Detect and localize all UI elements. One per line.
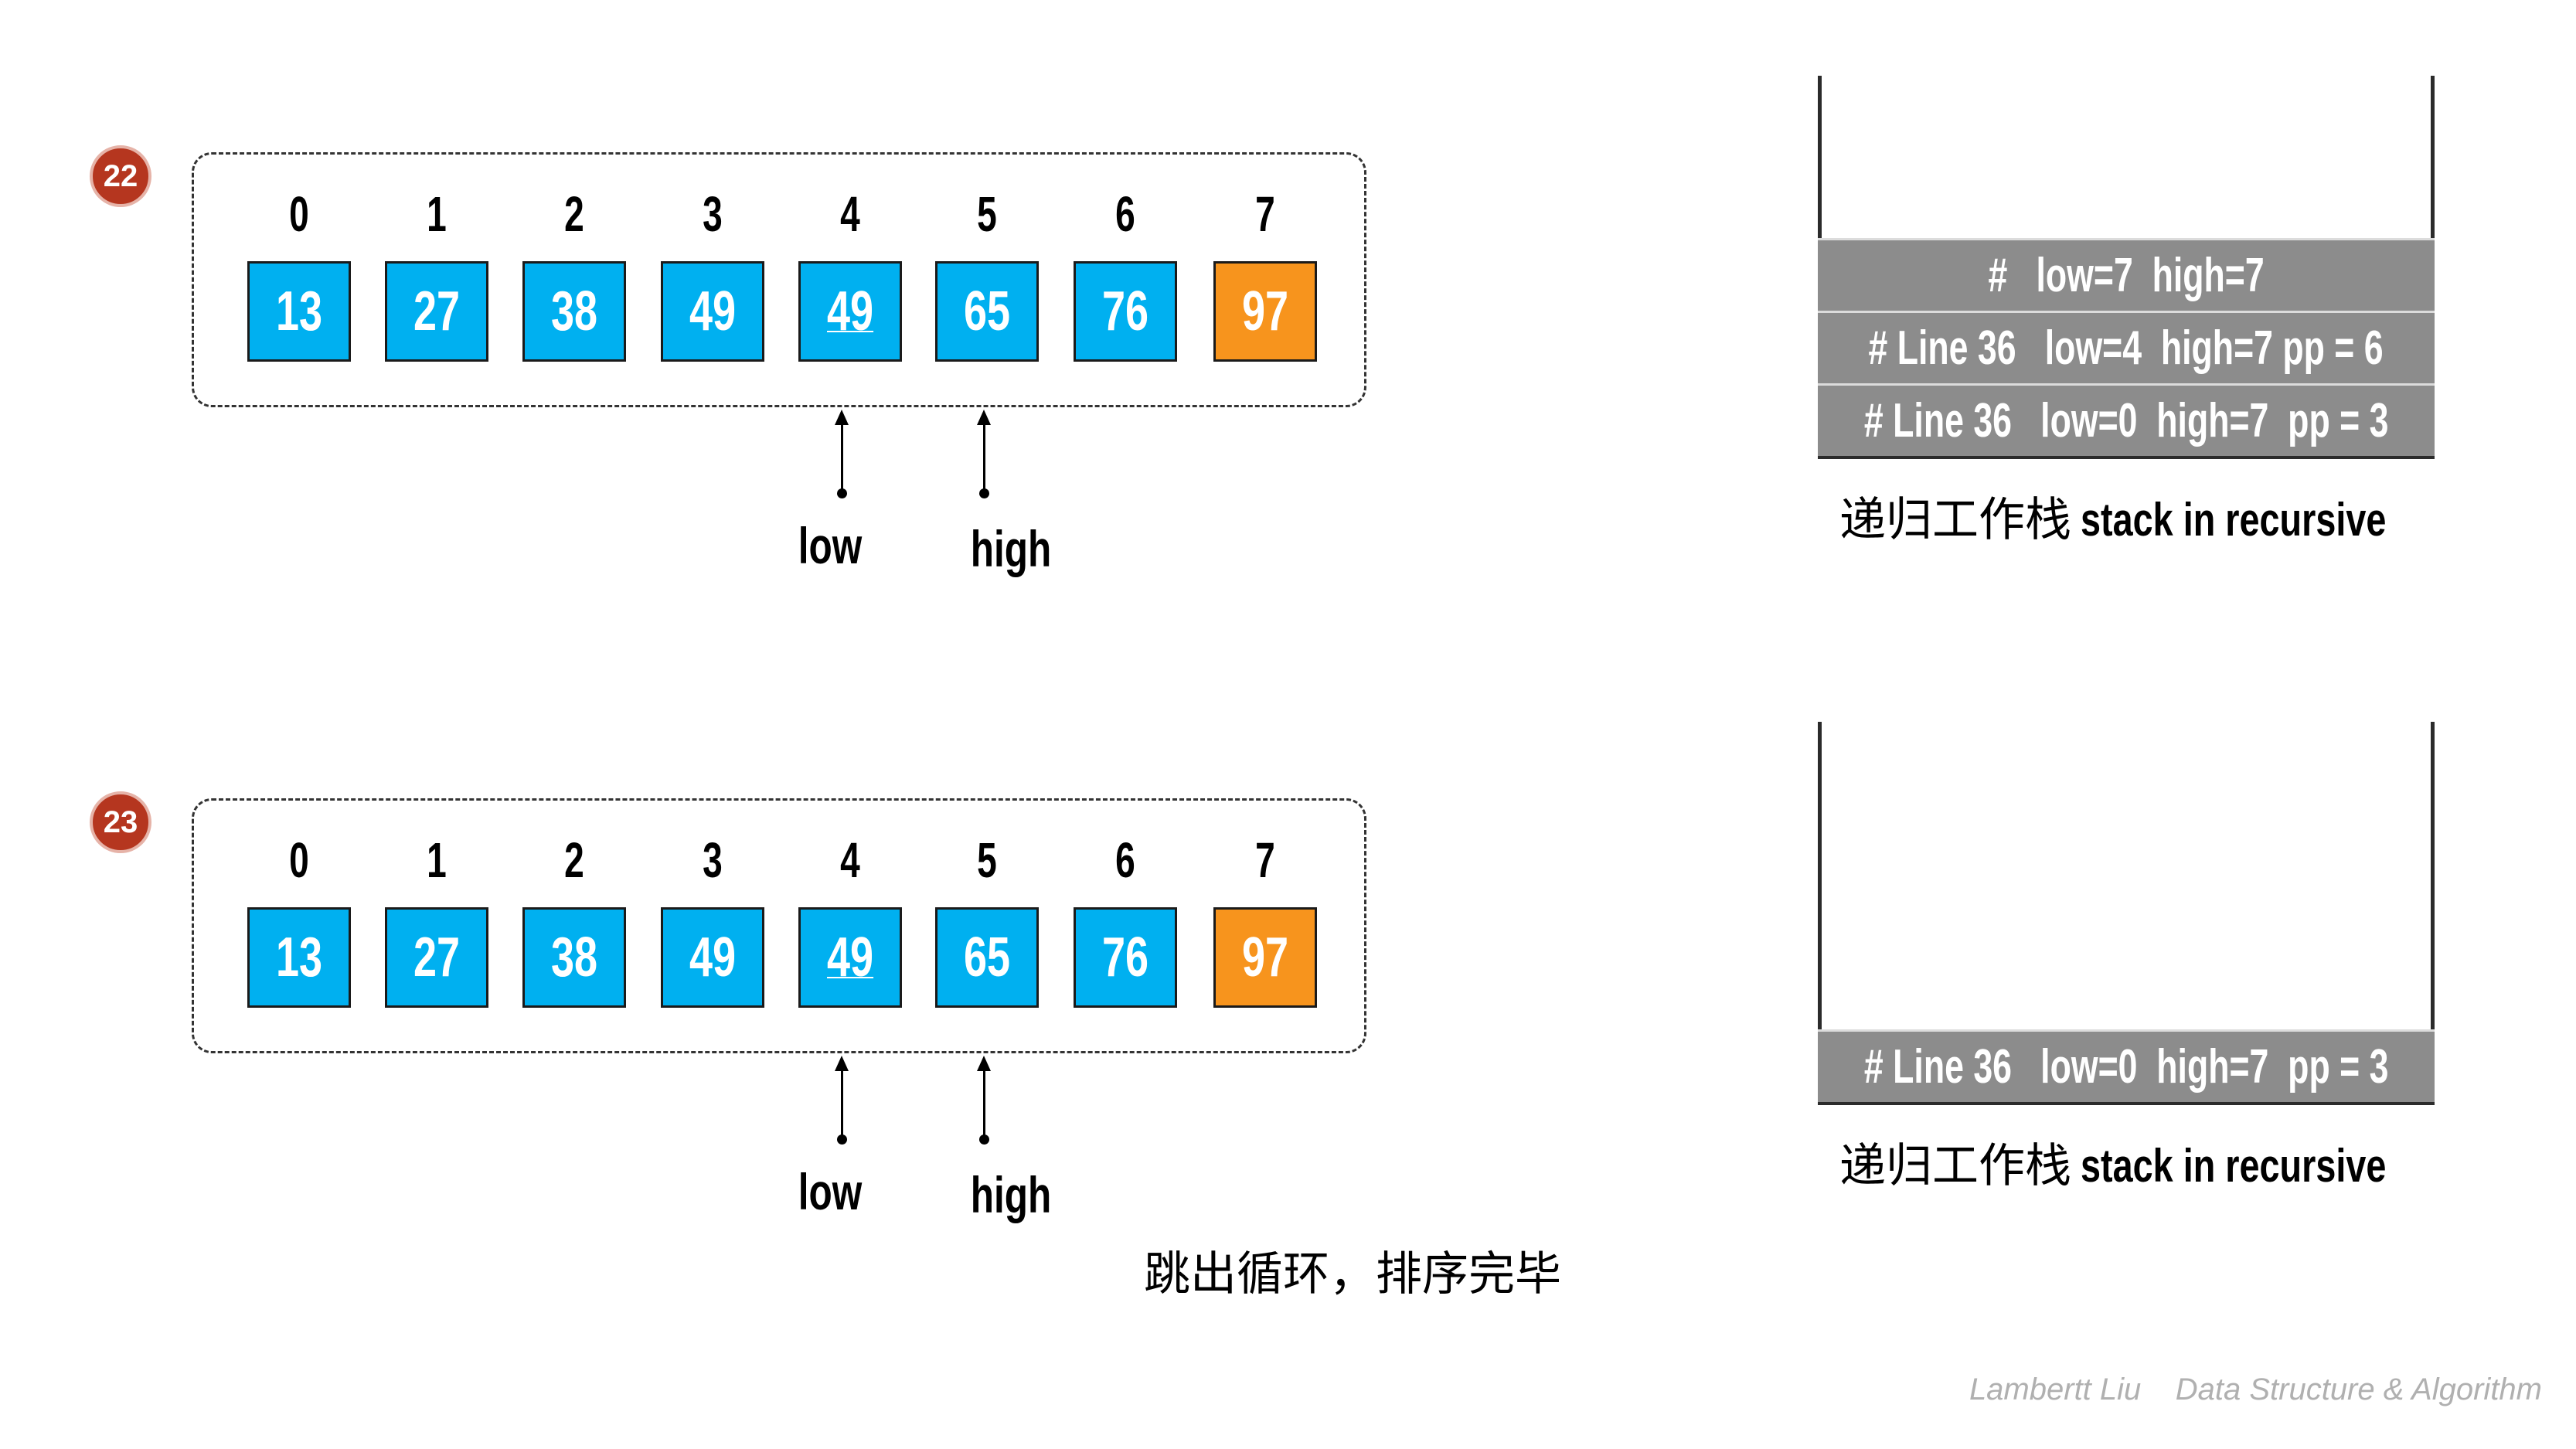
index-label: 4 <box>840 832 860 888</box>
array-cell: 49 <box>798 907 902 1008</box>
stack-caption: 递归工作栈 stack in recursive <box>1839 1128 2427 1196</box>
cell-value: 49 <box>689 281 737 342</box>
step-badge: 23 <box>90 791 151 853</box>
low-pointer-arrow <box>835 1056 849 1145</box>
array-cell: 13 <box>247 261 351 362</box>
stack-caption-en: stack in recursive <box>2081 494 2387 546</box>
cell-value: 49 <box>826 281 874 342</box>
stack-frame: # Line 36 low=4 high=7 pp = 6 <box>1818 311 2435 383</box>
cell-value: 27 <box>413 281 461 342</box>
array-frame <box>192 798 1366 1053</box>
index-label: 2 <box>564 186 584 242</box>
high-pointer-arrow <box>977 1056 991 1145</box>
cell-value: 13 <box>275 927 323 988</box>
high-label: high <box>970 1166 1052 1223</box>
footer-credit: Lambertt Liu Data Structure & Algorithm <box>1969 1372 2542 1406</box>
stack-frame: # Line 36 low=0 high=7 pp = 3 <box>1818 1029 2435 1102</box>
stack-caption-en: stack in recursive <box>2081 1140 2387 1192</box>
low-label: low <box>798 517 863 574</box>
array-cell: 49 <box>661 907 764 1008</box>
index-label: 0 <box>289 186 309 242</box>
cell-value: 13 <box>275 281 323 342</box>
stack-caption: 递归工作栈 stack in recursive <box>1839 482 2427 549</box>
high-label: high <box>970 520 1052 577</box>
cell-value: 49 <box>689 927 737 988</box>
index-label: 3 <box>703 186 723 242</box>
cell-value: 38 <box>550 927 598 988</box>
array-frame <box>192 152 1366 407</box>
stack-caption-cn: 递归工作栈 <box>1839 1139 2071 1193</box>
array-cell: 76 <box>1074 907 1177 1008</box>
index-label: 1 <box>427 832 447 888</box>
array-cell: 97 <box>1213 261 1317 362</box>
index-label: 6 <box>1115 832 1135 888</box>
index-label: 1 <box>427 186 447 242</box>
cell-value: 49 <box>826 927 874 988</box>
step-badge: 22 <box>90 145 151 207</box>
array-cell: 27 <box>385 261 488 362</box>
cell-value: 65 <box>963 927 1011 988</box>
cell-value: 76 <box>1101 281 1149 342</box>
cell-value: 27 <box>413 927 461 988</box>
array-cell: 13 <box>247 907 351 1008</box>
array-cell: 76 <box>1074 261 1177 362</box>
completion-note: 跳出循环，排序完毕 <box>1144 1247 1561 1301</box>
index-label: 3 <box>703 832 723 888</box>
index-label: 5 <box>977 186 997 242</box>
cell-value: 97 <box>1241 281 1289 342</box>
cell-value: 65 <box>963 281 1011 342</box>
low-pointer-arrow <box>835 410 849 498</box>
array-cell: 49 <box>661 261 764 362</box>
array-cell: 38 <box>522 907 626 1008</box>
stack-frame: # Line 36 low=0 high=7 pp = 3 <box>1818 383 2435 456</box>
cell-value: 97 <box>1241 927 1289 988</box>
index-label: 2 <box>564 832 584 888</box>
cell-value: 38 <box>550 281 598 342</box>
array-cell: 65 <box>935 907 1039 1008</box>
high-pointer-arrow <box>977 410 991 498</box>
cell-value: 76 <box>1101 927 1149 988</box>
stack-caption-cn: 递归工作栈 <box>1839 493 2071 547</box>
stack-frame: # low=7 high=7 <box>1818 238 2435 311</box>
low-label: low <box>798 1163 863 1220</box>
array-cell: 27 <box>385 907 488 1008</box>
array-cell: 38 <box>522 261 626 362</box>
index-label: 5 <box>977 832 997 888</box>
array-cell: 65 <box>935 261 1039 362</box>
array-cell: 49 <box>798 261 902 362</box>
array-cell: 97 <box>1213 907 1317 1008</box>
index-label: 7 <box>1255 186 1275 242</box>
index-label: 0 <box>289 832 309 888</box>
index-label: 4 <box>840 186 860 242</box>
index-label: 7 <box>1255 832 1275 888</box>
index-label: 6 <box>1115 186 1135 242</box>
